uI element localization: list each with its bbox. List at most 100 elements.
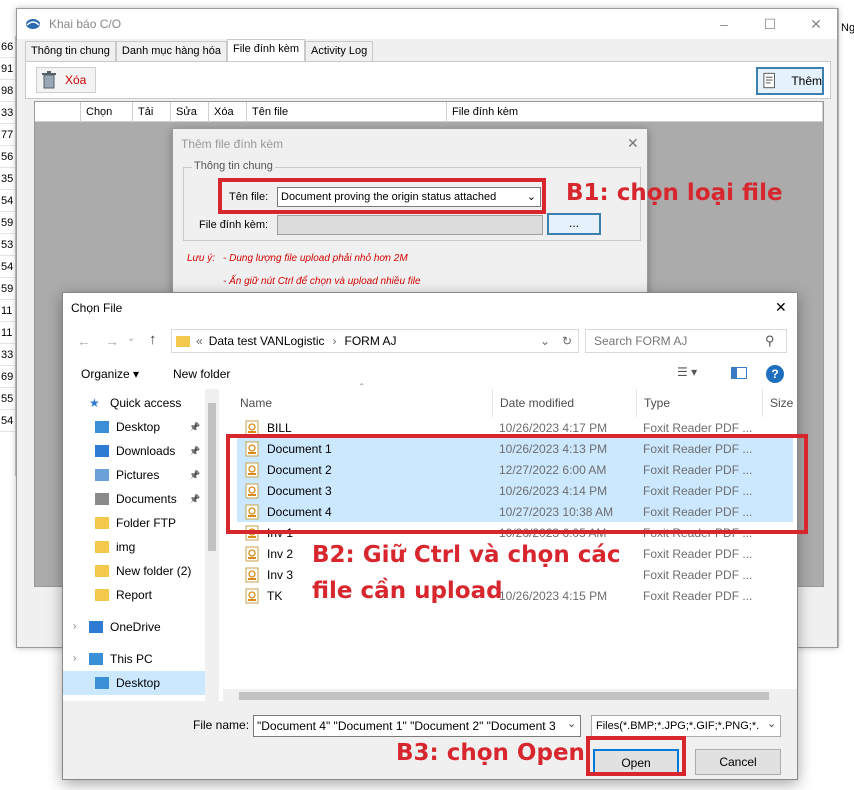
grid-header: Chọn Tải Sửa Xóa Tên file File đính kèm xyxy=(35,102,823,122)
hscroll-thumb[interactable] xyxy=(239,692,769,700)
col-date-modified[interactable]: Date modified xyxy=(493,389,637,417)
address-chevron-icon[interactable]: ⌄ xyxy=(540,334,550,348)
col-select[interactable]: Chọn xyxy=(81,102,133,121)
navigation-pane: ★ Quick access Desktop 📌 Downloads 📌 Pictures 📌… xyxy=(63,389,221,701)
toolbar: Xóa Thêm xyxy=(25,61,831,99)
col-edit[interactable]: Sửa xyxy=(171,102,209,121)
file-date: 10/26/2023 4:15 PM xyxy=(499,588,608,603)
pin-icon[interactable]: 📌 xyxy=(189,422,200,433)
breadcrumb-data-test[interactable]: Data test VANLogistic xyxy=(209,334,325,348)
file-type: Foxit Reader PDF ... xyxy=(643,588,753,603)
filetype-select[interactable]: Files(*.BMP;*.JPG;*.GIF;*.PNG;*. xyxy=(591,715,781,737)
attachment-path-input[interactable] xyxy=(277,215,543,235)
maximize-button[interactable]: ☐ xyxy=(747,9,793,39)
delete-label: Xóa xyxy=(65,73,87,87)
folder-icon xyxy=(176,335,190,347)
nav-item-new-folder-2-[interactable]: New folder (2) xyxy=(63,559,205,583)
star-icon: ★ xyxy=(89,396,100,410)
filetype-chevron-icon[interactable]: ⌄ xyxy=(767,717,776,730)
tab-activity-log[interactable]: Activity Log xyxy=(305,41,374,61)
nav-item-onedrive[interactable]: OneDrive xyxy=(63,615,205,639)
nav-scrollbar[interactable] xyxy=(205,389,219,701)
forward-arrow-icon[interactable]: → xyxy=(105,333,119,349)
col-filename[interactable]: Tên file xyxy=(247,102,447,121)
step3-annotation: B3: chọn Open xyxy=(396,740,585,766)
cancel-button[interactable]: Cancel xyxy=(695,749,781,775)
add-button[interactable]: Thêm xyxy=(756,67,824,95)
col-attachment[interactable]: File đính kèm xyxy=(447,102,823,121)
nav-item-img[interactable]: img xyxy=(63,535,205,559)
strip-row: 11 xyxy=(0,322,15,344)
strip-row: 54 xyxy=(0,410,15,432)
nav-item-label: Downloads xyxy=(116,444,176,458)
pdf-file-icon xyxy=(245,546,259,561)
col-download[interactable]: Tải xyxy=(133,102,171,121)
pictures-icon xyxy=(95,469,109,481)
close-button[interactable]: ✕ xyxy=(793,9,839,39)
file-type: Foxit Reader PDF ... xyxy=(643,420,753,435)
refresh-icon[interactable]: ↻ xyxy=(562,334,572,348)
nav-item-label: Desktop xyxy=(116,676,161,690)
attach-dialog-close-icon[interactable]: ✕ xyxy=(627,135,639,152)
browse-button[interactable]: ... xyxy=(547,213,601,235)
preview-pane-icon[interactable] xyxy=(731,367,747,379)
strip-row: 54 xyxy=(0,256,15,278)
right-strip-label: Ng xyxy=(841,22,854,34)
add-document-icon xyxy=(763,72,775,89)
delete-button[interactable]: Xóa xyxy=(36,67,96,93)
col-delete[interactable]: Xóa xyxy=(209,102,247,121)
note-multi: - Ấn giữ nút Ctrl để chọn và upload nhiề… xyxy=(223,276,421,287)
nav-item-documents[interactable]: Documents 📌 xyxy=(63,487,205,511)
nav-item-label: Pictures xyxy=(116,468,160,482)
strip-row: 56 xyxy=(0,146,15,168)
strip-row: 77 xyxy=(0,124,15,146)
grid-header-blank xyxy=(35,102,81,121)
organize-button[interactable]: Organize ▾ xyxy=(81,367,139,381)
window-title: Khai báo C/O xyxy=(49,17,122,31)
nav-item-folder-ftp[interactable]: Folder FTP xyxy=(63,511,205,535)
onedrive-expand-icon[interactable]: › xyxy=(73,621,76,632)
nav-item-desktop[interactable]: Desktop 📌 xyxy=(63,415,205,439)
address-bar[interactable]: « Data test VANLogistic › FORM AJ ⌄ ↻ xyxy=(171,329,579,353)
open-file-dialog: Chọn File ✕ ← → ⌄ ↑ « Data test VANLogis… xyxy=(62,292,798,780)
breadcrumb-overflow[interactable]: « xyxy=(196,334,203,348)
step2-annotation-line1: B2: Giữ Ctrl và chọn các xyxy=(312,542,621,568)
new-folder-button[interactable]: New folder xyxy=(173,367,230,381)
search-input[interactable]: Search FORM AJ xyxy=(585,329,787,353)
search-icon: ⚲ xyxy=(765,333,775,348)
help-icon[interactable]: ? xyxy=(766,365,784,383)
file-date: 10/26/2023 4:17 PM xyxy=(499,420,608,435)
nav-item-desktop[interactable]: Desktop xyxy=(63,671,205,695)
tab-goods-list[interactable]: Danh mục hàng hóa xyxy=(115,41,227,61)
col-size[interactable]: Size xyxy=(763,389,793,417)
filename-chevron-icon[interactable]: ⌄ xyxy=(567,717,576,730)
nav-scroll-thumb[interactable] xyxy=(208,403,216,551)
nav-item-downloads[interactable]: Downloads 📌 xyxy=(63,439,205,463)
trash-icon xyxy=(42,71,56,89)
col-type[interactable]: Type xyxy=(637,389,763,417)
nav-item-quick-access[interactable]: ★ Quick access xyxy=(63,391,205,415)
strip-row: 33 xyxy=(0,344,15,366)
tab-general-info[interactable]: Thông tin chung xyxy=(25,41,116,61)
file-name: BILL xyxy=(267,420,292,435)
add-label: Thêm xyxy=(791,74,822,88)
nav-item-pictures[interactable]: Pictures 📌 xyxy=(63,463,205,487)
pin-icon[interactable]: 📌 xyxy=(189,446,200,457)
recent-chevron-icon[interactable]: ⌄ xyxy=(127,333,135,344)
strip-row: 59 xyxy=(0,278,15,300)
pin-icon[interactable]: 📌 xyxy=(189,470,200,481)
breadcrumb-form-aj[interactable]: FORM AJ xyxy=(345,334,397,348)
minimize-button[interactable]: – xyxy=(701,9,747,39)
back-arrow-icon[interactable]: ← xyxy=(77,333,91,349)
up-arrow-icon[interactable]: ↑ xyxy=(149,331,157,348)
thispc-expand-icon[interactable]: › xyxy=(73,653,76,664)
strip-row: 11 xyxy=(0,300,15,322)
view-options-icon[interactable]: ☰ ▾ xyxy=(677,365,697,379)
pin-icon[interactable]: 📌 xyxy=(189,494,200,505)
file-dialog-close-icon[interactable]: ✕ xyxy=(775,299,787,316)
nav-item-this-pc[interactable]: This PC xyxy=(63,647,205,671)
nav-item-report[interactable]: Report xyxy=(63,583,205,607)
step1-highlight-box xyxy=(218,178,546,214)
tab-attachments[interactable]: File đính kèm xyxy=(226,39,305,61)
filename-input[interactable]: "Document 4" "Document 1" "Document 2" "… xyxy=(253,715,581,737)
